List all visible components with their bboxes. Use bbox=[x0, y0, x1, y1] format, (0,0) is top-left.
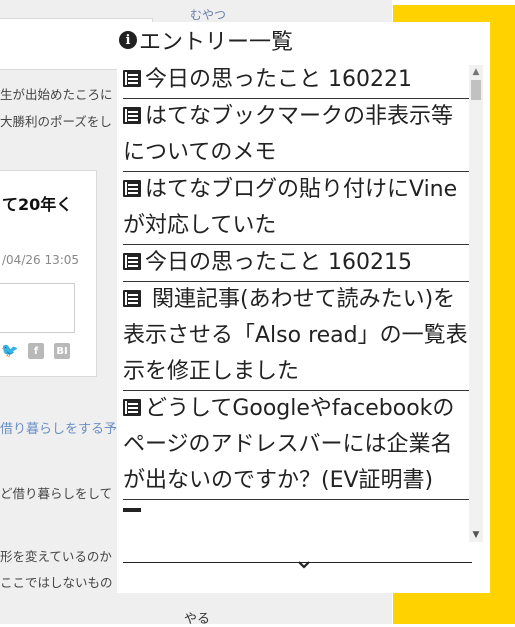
entry-item[interactable]: 今日の思ったこと 160221 bbox=[123, 62, 472, 99]
entry-item[interactable]: どうしてGoogleやfacebookのページのアドレスバーには企業名が出ないの… bbox=[123, 391, 472, 500]
entry-item[interactable]: はてなブログの貼り付けにVineが対応していた bbox=[123, 172, 472, 245]
background-header-label[interactable]: むやつ bbox=[190, 6, 226, 23]
panel-title-text: エントリー一覧 bbox=[139, 30, 294, 55]
document-icon bbox=[123, 253, 141, 270]
scroll-down-arrow-icon[interactable]: ▼ bbox=[469, 528, 483, 542]
facebook-icon[interactable]: f bbox=[28, 343, 44, 359]
scroll-up-arrow-icon[interactable]: ▲ bbox=[469, 65, 483, 79]
panel-title: i エントリー一覧 bbox=[119, 22, 293, 58]
background-link[interactable]: 借り暮らしをする予 bbox=[0, 418, 117, 437]
background-text-line: 生が出始めたころに bbox=[0, 87, 113, 102]
entry-list-panel: i エントリー一覧 今日の思ったこと 160221 はてなブックマークの非表示等… bbox=[117, 22, 490, 593]
scrollbar-thumb[interactable] bbox=[471, 80, 481, 100]
background-text-line: ど借り暮らしをして bbox=[0, 486, 113, 501]
article-date: /04/26 13:05 bbox=[2, 253, 80, 267]
article-title[interactable]: て20年く bbox=[2, 191, 72, 215]
twitter-icon[interactable]: 🐦 bbox=[1, 343, 18, 359]
entry-item-partial[interactable] bbox=[123, 500, 472, 512]
entry-label[interactable]: 今日の思ったこと 160215 bbox=[145, 250, 412, 275]
entry-label[interactable]: はてなブックマークの非表示等についてのメモ bbox=[123, 104, 453, 165]
article-comment-box[interactable] bbox=[0, 283, 75, 333]
entry-list-scrollbar[interactable]: ▲ ▼ bbox=[469, 65, 483, 542]
document-icon bbox=[123, 290, 141, 307]
entry-item[interactable]: はてなブックマークの非表示等についてのメモ bbox=[123, 99, 472, 172]
background-text-line: ここではしないもの bbox=[0, 575, 113, 590]
background-article-card[interactable]: て20年く /04/26 13:05 🐦 f BI bbox=[0, 170, 97, 377]
background-text-line: 形を変えているのか bbox=[0, 549, 112, 564]
chevron-down-icon[interactable] bbox=[293, 554, 315, 576]
share-buttons: 🐦 f BI bbox=[1, 343, 70, 359]
entry-item[interactable]: 関連記事(あわせて読みたい)を表示させる「Also read」の一覧表示を修正し… bbox=[123, 282, 472, 391]
info-icon: i bbox=[119, 31, 137, 49]
background-footer-label[interactable]: やる bbox=[184, 608, 210, 627]
entry-list[interactable]: 今日の思ったこと 160221 はてなブックマークの非表示等についてのメモ はて… bbox=[123, 62, 472, 563]
entry-item[interactable]: 今日の思ったこと 160215 bbox=[123, 245, 472, 282]
document-icon bbox=[123, 70, 141, 87]
entry-label[interactable]: はてなブログの貼り付けにVineが対応していた bbox=[123, 177, 457, 238]
document-icon bbox=[123, 180, 141, 197]
hatena-bookmark-icon[interactable]: BI bbox=[54, 343, 70, 359]
background-text-line: 大勝利のポーズをし bbox=[0, 114, 112, 129]
document-icon bbox=[123, 399, 141, 416]
entry-label[interactable]: 今日の思ったこと 160221 bbox=[145, 67, 412, 92]
document-icon bbox=[123, 107, 141, 124]
entry-label[interactable]: 関連記事(あわせて読みたい)を表示させる「Also read」の一覧表示を修正し… bbox=[123, 287, 468, 384]
document-icon bbox=[123, 508, 141, 512]
entry-label[interactable]: どうしてGoogleやfacebookのページのアドレスバーには企業名が出ないの… bbox=[123, 396, 454, 493]
